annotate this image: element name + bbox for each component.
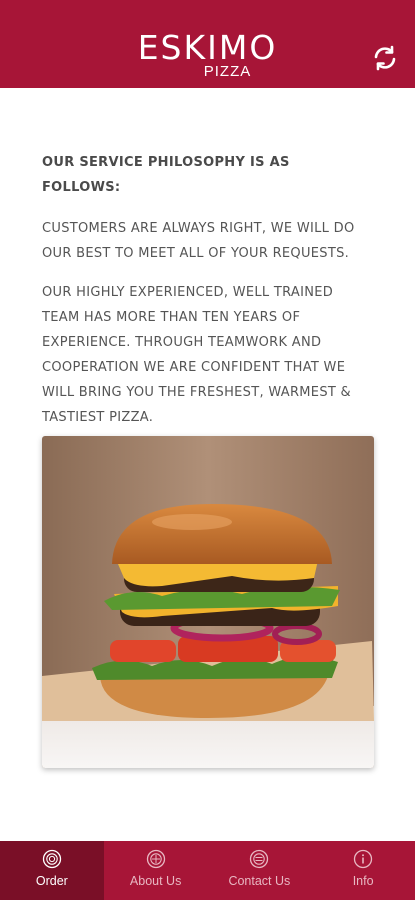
philosophy-text: OUR SERVICE PHILOSOPHY IS AS FOLLOWS: CU… <box>42 150 372 444</box>
order-icon <box>42 849 62 869</box>
logo: ESKIMO PIZZA <box>0 30 415 80</box>
about-icon <box>146 849 165 869</box>
nav-about-us-label: About Us <box>129 874 182 888</box>
burger-illustration <box>42 436 374 768</box>
refresh-icon <box>374 45 396 71</box>
burger-image <box>42 436 374 768</box>
section-heading: OUR SERVICE PHILOSOPHY IS AS FOLLOWS: <box>42 155 290 195</box>
info-icon <box>353 849 373 869</box>
nav-info[interactable]: Info <box>311 841 415 900</box>
nav-order-label: Order <box>35 874 68 888</box>
contact-icon <box>250 849 269 869</box>
logo-sub-text: PIZZA <box>203 63 252 80</box>
app-header: ESKIMO PIZZA <box>0 0 415 88</box>
nav-info-label: Info <box>352 874 374 888</box>
logo-main-text: ESKIMO <box>137 28 278 67</box>
nav-contact-us[interactable]: Contact Us <box>208 841 312 900</box>
refresh-button[interactable] <box>372 45 398 71</box>
nav-contact-us-label: Contact Us <box>228 874 291 888</box>
bottom-nav: Order About Us Contact Us Info <box>0 841 415 900</box>
paragraph-customers: CUSTOMERS ARE ALWAYS RIGHT, WE WILL DO O… <box>42 221 355 261</box>
nav-about-us[interactable]: About Us <box>104 841 208 900</box>
app-screen: ESKIMO PIZZA OUR SERVICE PHILOSOPHY IS A… <box>0 0 415 900</box>
nav-order[interactable]: Order <box>0 841 104 900</box>
paragraph-team: OUR HIGHLY EXPERIENCED, WELL TRAINED TEA… <box>42 285 351 425</box>
